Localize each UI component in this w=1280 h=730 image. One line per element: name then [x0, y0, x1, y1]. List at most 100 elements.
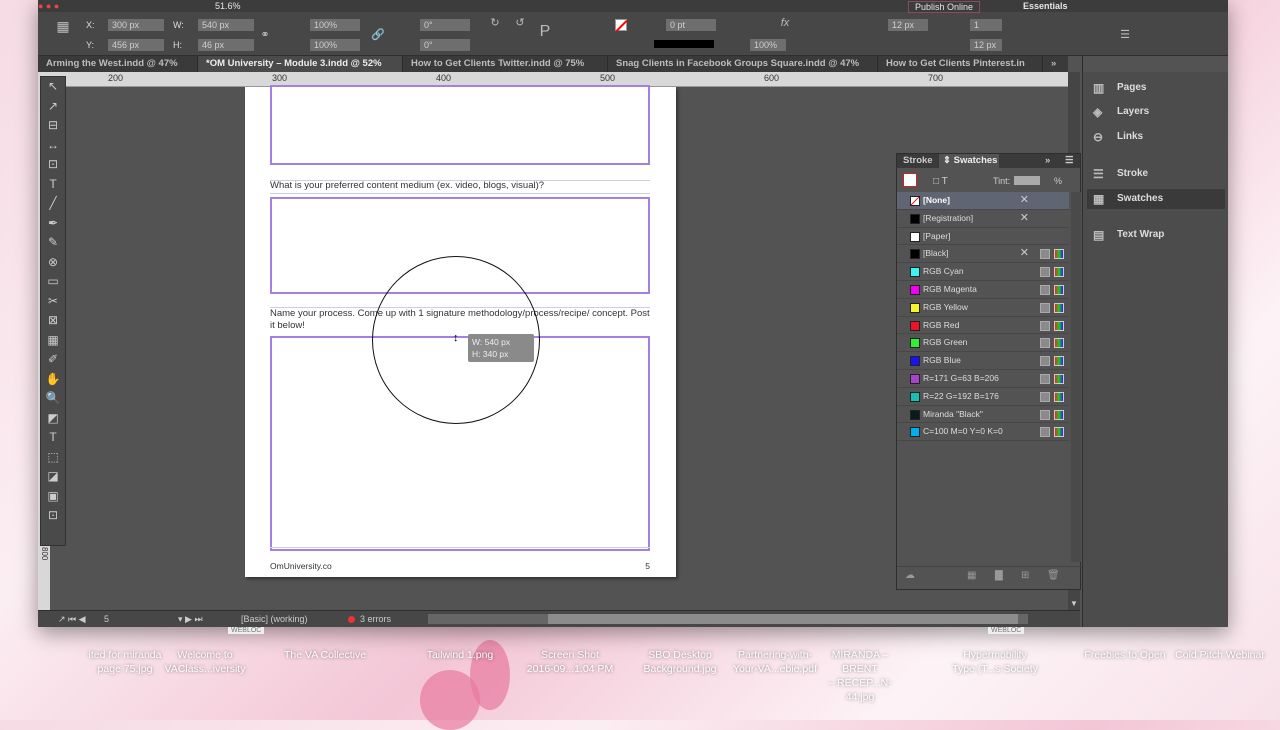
pencil-tool-icon[interactable]: ✎ — [41, 233, 65, 253]
more-tabs-icon[interactable]: » — [1043, 56, 1083, 72]
swatch-row[interactable]: RGB Magenta — [897, 281, 1069, 299]
swatch-row[interactable]: RGB Red — [897, 317, 1069, 335]
height-field[interactable]: 46 px — [198, 39, 254, 51]
fill-stroke-tool-icon[interactable]: ◩ — [41, 409, 65, 429]
document-tab[interactable]: How to Get Clients Twitter.indd @ 75% — [403, 56, 608, 72]
tab-swatches[interactable]: ⇕ Swatches — [939, 154, 999, 168]
scale-y-field[interactable]: 100% — [310, 39, 360, 51]
preflight-profile[interactable]: [Basic] (working) — [241, 611, 308, 627]
swatch-row[interactable]: [Registration] ✕ — [897, 210, 1069, 228]
panel-swatches[interactable]: ▦ Swatches — [1087, 189, 1225, 209]
content-collector-tool-icon[interactable]: ⊡ — [41, 155, 65, 175]
swatch-row[interactable]: RGB Yellow — [897, 299, 1069, 317]
rotate-cw-icon[interactable]: ↻ — [488, 17, 502, 29]
swatch-row[interactable]: R=22 G=192 B=176 — [897, 388, 1069, 406]
preflight-errors[interactable]: 3 errors — [360, 611, 391, 627]
stroke-type-select[interactable] — [654, 40, 714, 48]
constrain-proportions-icon[interactable]: ⚭ — [258, 29, 272, 41]
fill-swatch[interactable] — [615, 19, 628, 33]
zoom-level-field[interactable]: 51.6% — [215, 1, 241, 11]
columns-field[interactable]: 1 — [970, 19, 1002, 31]
swatch-row[interactable]: C=100 M=0 Y=0 K=0 — [897, 423, 1069, 442]
rectangle-frame-tool-icon[interactable]: ⊗ — [41, 253, 65, 273]
swatch-row[interactable]: RGB Blue — [897, 352, 1069, 370]
desktop-icon-label[interactable]: SBO Desktop Background.jpg — [635, 648, 725, 676]
panel-text-wrap[interactable]: ▤ Text Wrap — [1087, 225, 1225, 245]
panel-menu-icon[interactable]: ☰ — [1118, 29, 1132, 41]
answer-frame-1[interactable] — [270, 85, 650, 165]
rotation-field[interactable]: 0° — [420, 19, 470, 31]
desktop-icon-label[interactable]: Cold Pitch Webinar — [1175, 648, 1265, 662]
direct-selection-tool-icon[interactable]: ↗ — [41, 97, 65, 117]
document-tab[interactable]: Arming the West.indd @ 47% — [38, 56, 198, 72]
container-text-icon[interactable]: □ T — [933, 176, 948, 187]
swatch-row[interactable]: RGB Cyan — [897, 263, 1069, 281]
shear-field[interactable]: 0° — [420, 39, 470, 51]
panel-menu-icon[interactable]: ☰ — [1065, 154, 1074, 168]
desktop-icon-label[interactable]: Hypermobility Type (T...s Society — [950, 648, 1040, 676]
view-mode-tool-icon[interactable]: ⊡ — [41, 506, 65, 526]
gradient-swatch-tool-icon[interactable]: ▦ — [41, 331, 65, 351]
y-field[interactable]: 456 px — [108, 39, 164, 51]
swatch-row[interactable]: [Paper] — [897, 228, 1069, 246]
window-controls-icon[interactable]: ● ● ● — [38, 1, 59, 11]
panel-layers[interactable]: ◈ Layers — [1087, 102, 1225, 122]
link-icon[interactable]: 🔗 — [371, 29, 385, 41]
free-transform-tool-icon[interactable]: ⊠ — [41, 311, 65, 331]
publish-online-button[interactable]: Publish Online — [908, 1, 981, 13]
document-tab[interactable]: *OM University – Module 3.indd @ 52% — [198, 56, 403, 72]
effects-icon[interactable]: fx — [778, 17, 792, 29]
swatch-scrollbar[interactable] — [1071, 192, 1081, 562]
swatch-views-icon[interactable]: ☁ — [905, 570, 915, 581]
new-swatch-icon[interactable]: ⊞ — [1021, 570, 1029, 581]
width-field[interactable]: 540 px — [198, 19, 254, 31]
gutter-field[interactable]: 12 px — [888, 19, 928, 31]
rectangle-tool-icon[interactable]: ▭ — [41, 272, 65, 292]
x-field[interactable]: 300 px — [108, 19, 164, 31]
rotate-ccw-icon[interactable]: ↺ — [513, 17, 527, 29]
zoom-tool-icon[interactable]: 🔍 — [41, 389, 65, 409]
delete-swatch-icon[interactable]: 🗑 — [1047, 570, 1060, 581]
tab-stroke[interactable]: Stroke — [903, 154, 933, 168]
page-nav-icons[interactable]: ↗ ⏮ ◀ — [58, 611, 86, 627]
desktop-icon-label[interactable]: Freebies to Open — [1080, 648, 1170, 662]
next-page-icons[interactable]: ▾ ▶ ⏭ — [178, 611, 203, 627]
select-content-icon[interactable]: P — [538, 24, 552, 40]
desktop-icon-label[interactable]: MIRANDA – BRENT – RECEP...N-44.jpg — [815, 648, 905, 704]
eyedropper-tool-icon[interactable]: ✐ — [41, 350, 65, 370]
desktop-icon-label[interactable]: ited for miranda page 75.jpg — [80, 648, 170, 676]
question-1[interactable]: What is your preferred content medium (e… — [270, 180, 650, 192]
swap-tool-icon[interactable]: ⬚ — [41, 448, 65, 468]
swatch-row[interactable]: R=171 G=63 B=206 — [897, 370, 1069, 388]
panel-pages[interactable]: ▥ Pages — [1087, 78, 1225, 98]
desktop-icon-label[interactable]: The VA Collective — [280, 648, 370, 662]
desktop-icon-label[interactable]: Partnering-with- Your-VA...ebie.pdf — [730, 648, 820, 676]
scissors-tool-icon[interactable]: ✂ — [41, 292, 65, 312]
gap-tool-icon[interactable]: ↔ — [41, 136, 65, 156]
opacity-field[interactable]: 100% — [750, 39, 786, 51]
show-swatch-kinds-icon[interactable]: ▦ — [967, 570, 976, 581]
swatch-row[interactable]: RGB Green — [897, 334, 1069, 353]
pen-tool-icon[interactable]: ✒ — [41, 214, 65, 234]
line-tool-icon[interactable]: ╱ — [41, 194, 65, 214]
swatch-row[interactable]: [None] ✕ — [897, 192, 1069, 210]
workspace-switcher[interactable]: Essentials — [1023, 1, 1068, 11]
reference-point-icon[interactable]: ▦ — [56, 19, 70, 33]
document-tab[interactable]: How to Get Clients Pinterest.in — [878, 56, 1043, 72]
hand-tool-icon[interactable]: ✋ — [41, 370, 65, 390]
selection-tool-icon[interactable]: ↖ — [41, 77, 65, 97]
column-gutter-field[interactable]: 12 px — [970, 39, 1002, 51]
formatting-tool-icon[interactable]: T — [41, 428, 65, 448]
document-tab[interactable]: Snag Clients in Facebook Groups Square.i… — [608, 56, 878, 72]
page-tool-icon[interactable]: ⊟ — [41, 116, 65, 136]
desktop-icon-label[interactable]: Tailwind 1.png — [415, 648, 505, 662]
tint-field[interactable] — [1014, 176, 1040, 185]
page-number-field[interactable]: 5 — [104, 611, 109, 627]
new-group-icon[interactable]: ▇ — [995, 570, 1003, 581]
desktop-icon-label[interactable]: Welcome to VAClass...iversity — [160, 648, 250, 676]
fill-stroke-icon[interactable] — [903, 173, 917, 187]
screen-mode-tool-icon[interactable]: ▣ — [41, 487, 65, 507]
scale-x-field[interactable]: 100% — [310, 19, 360, 31]
desktop-icon-label[interactable]: Screen Shot 2016-09...1.04 PM — [525, 648, 615, 676]
collapse-icon[interactable]: » — [1045, 154, 1050, 168]
